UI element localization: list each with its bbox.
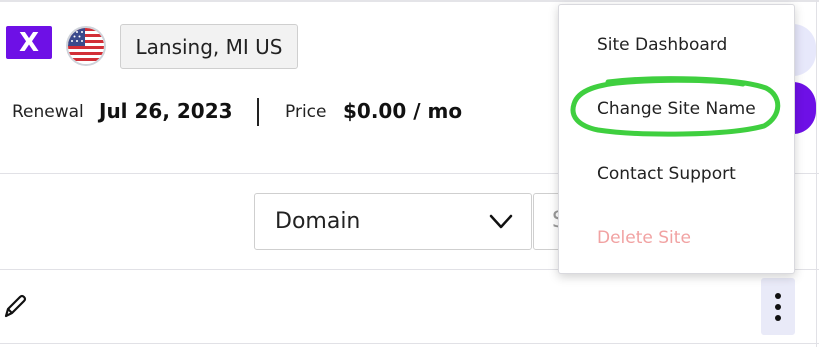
x-logo-icon: X <box>6 26 52 59</box>
domain-type-select[interactable]: Domain <box>254 193 532 250</box>
renewal-label: Renewal <box>12 102 84 122</box>
menu-item-site-dashboard[interactable]: Site Dashboard <box>597 35 727 55</box>
menu-item-change-site-name[interactable]: Change Site Name <box>597 99 756 119</box>
location-badge: Lansing, MI US <box>120 24 298 69</box>
us-flag-icon <box>66 26 106 66</box>
right-border <box>816 0 817 347</box>
row-divider-bottom <box>0 343 819 344</box>
price-label: Price <box>285 102 327 122</box>
pencil-icon[interactable] <box>2 292 28 324</box>
domain-select-value: Domain <box>275 209 361 234</box>
menu-item-delete-site[interactable]: Delete Site <box>597 228 691 248</box>
renewal-date: Jul 26, 2023 <box>99 99 233 123</box>
kebab-menu-icon[interactable] <box>761 278 795 335</box>
chevron-down-icon <box>488 210 514 238</box>
menu-item-contact-support[interactable]: Contact Support <box>597 164 736 184</box>
site-actions-menu: Site Dashboard Change Site Name Contact … <box>558 4 795 274</box>
price-value: $0.00 / mo <box>343 99 463 123</box>
top-border <box>0 0 819 2</box>
info-separator <box>257 98 259 126</box>
